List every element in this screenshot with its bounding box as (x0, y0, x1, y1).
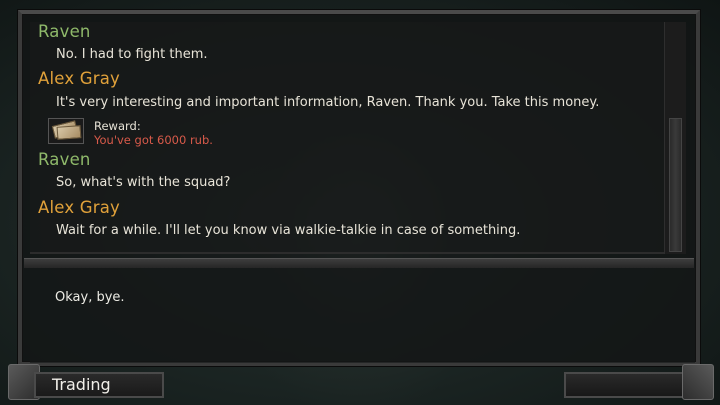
dialog-line: It's very interesting and important info… (56, 95, 600, 110)
history-scrollbar[interactable] (664, 22, 686, 254)
answer-option[interactable]: Okay, bye. (55, 290, 125, 305)
reward-value: You've got 6000 rub. (94, 133, 213, 147)
dialog-history: Raven No. I had to fight them. Alex Gray… (30, 22, 665, 254)
bottom-right-bar (564, 364, 714, 402)
speaker-name: Alex Gray (38, 198, 120, 217)
right-button-slot[interactable] (564, 372, 684, 398)
trading-button[interactable]: Trading (34, 372, 164, 398)
dialog-line: Wait for a while. I'll let you know via … (56, 223, 521, 238)
dialog-line: So, what's with the squad? (56, 175, 231, 190)
speaker-name: Raven (38, 22, 91, 41)
bottom-left-bar: Trading (8, 364, 164, 400)
answer-list: Okay, bye. (30, 268, 695, 363)
frame-corner-ornament (682, 364, 714, 400)
panel-divider (24, 258, 694, 268)
dialog-line: No. I had to fight them. (56, 47, 208, 62)
money-icon (48, 118, 84, 144)
reward-label: Reward: (94, 119, 141, 133)
scroll-thumb[interactable] (669, 118, 682, 252)
speaker-name: Raven (38, 150, 91, 169)
speaker-name: Alex Gray (38, 69, 120, 88)
